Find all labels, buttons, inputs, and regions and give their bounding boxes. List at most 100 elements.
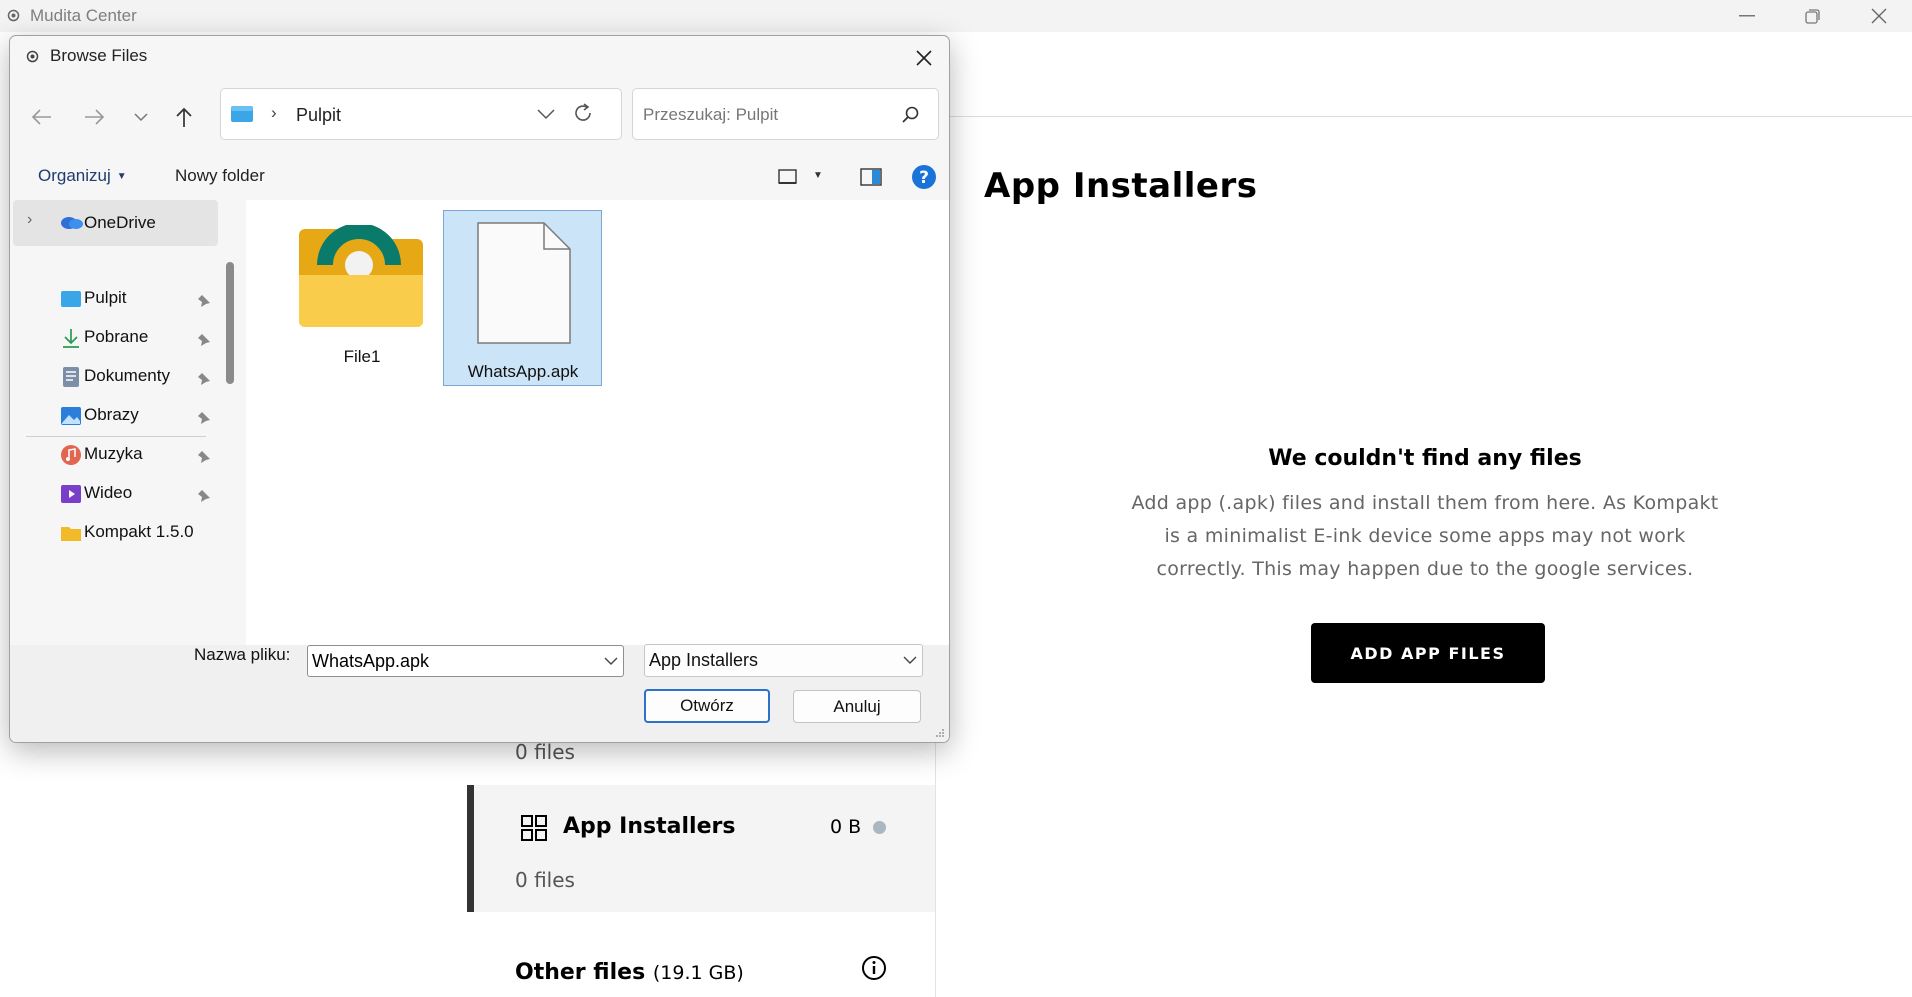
music-icon xyxy=(61,445,81,465)
status-dot xyxy=(873,821,886,834)
cancel-button[interactable]: Anuluj xyxy=(793,690,921,723)
desktop-folder-icon xyxy=(231,106,253,122)
organize-menu[interactable]: Organizuj ▼ xyxy=(38,166,127,186)
active-indicator xyxy=(467,785,474,912)
category-label: App Installers xyxy=(563,814,736,839)
forward-arrow-icon xyxy=(85,109,105,125)
nav-scrollbar[interactable] xyxy=(226,262,234,384)
onedrive-icon xyxy=(61,217,83,229)
nav-item-wideo[interactable]: Wideo xyxy=(84,483,132,503)
nav-label: OneDrive xyxy=(84,213,156,232)
folder-icon xyxy=(299,225,423,327)
app-logo-icon xyxy=(26,50,39,63)
app-logo-icon xyxy=(7,9,20,22)
info-icon[interactable] xyxy=(861,955,887,981)
pin-icon[interactable] xyxy=(197,489,211,503)
category-file-count: 0 files xyxy=(515,740,575,764)
chevron-down-icon[interactable] xyxy=(537,109,555,120)
nav-item-kompakt[interactable]: Kompakt 1.5.0 xyxy=(84,522,194,542)
empty-state-title: We couldn't find any files xyxy=(1268,446,1582,471)
file-name: WhatsApp.apk xyxy=(467,362,579,381)
app-titlebar: Mudita Center xyxy=(0,0,1912,32)
nav-divider xyxy=(26,436,206,437)
browse-files-dialog: Browse Files › Pulpit Przeszukaj: Pulpit… xyxy=(9,35,950,743)
category-app-installers[interactable] xyxy=(467,785,935,912)
search-input[interactable]: Przeszukaj: Pulpit xyxy=(643,105,778,125)
up-button[interactable] xyxy=(170,100,198,134)
caret-down-icon: ▼ xyxy=(116,171,127,183)
nav-item-dokumenty[interactable]: Dokumenty xyxy=(84,366,170,386)
close-button[interactable] xyxy=(1846,0,1912,32)
new-folder-button[interactable]: Nowy folder xyxy=(175,166,265,186)
address-path: Pulpit xyxy=(296,105,342,125)
chevron-down-icon[interactable] xyxy=(604,656,618,666)
address-bar[interactable]: › Pulpit xyxy=(220,88,622,140)
open-button[interactable]: Otwórz xyxy=(644,689,770,723)
pin-icon[interactable] xyxy=(197,450,211,464)
minimize-button[interactable] xyxy=(1714,0,1780,32)
pictures-icon xyxy=(61,407,81,425)
view-icon[interactable] xyxy=(778,168,798,186)
add-app-files-button[interactable]: ADD APP FILES xyxy=(1311,623,1545,683)
desktop-folder-icon xyxy=(61,291,81,307)
file-type-value: App Installers xyxy=(649,650,759,670)
file-name-input[interactable]: WhatsApp.apk xyxy=(312,651,429,672)
page-title: App Installers xyxy=(984,166,1258,206)
breadcrumb-separator: › xyxy=(271,103,277,122)
svg-text:?: ? xyxy=(919,168,929,188)
empty-state-description: Add app (.apk) files and install them fr… xyxy=(1131,492,1719,580)
header-divider xyxy=(950,116,1912,117)
video-icon xyxy=(61,485,81,503)
grid-icon xyxy=(521,815,547,841)
nav-item-obrazy[interactable]: Obrazy xyxy=(84,405,139,425)
other-files-size: (19.1 GB) xyxy=(652,962,744,984)
forward-button[interactable] xyxy=(80,100,108,134)
pin-icon[interactable] xyxy=(197,411,211,425)
nav-item-muzyka[interactable]: Muzyka xyxy=(84,444,143,464)
app-title: Mudita Center xyxy=(30,6,137,25)
resize-grip-icon[interactable] xyxy=(935,728,945,738)
view-dropdown-icon[interactable]: ▼ xyxy=(813,170,823,181)
refresh-icon[interactable] xyxy=(571,101,595,125)
up-arrow-icon xyxy=(176,107,192,127)
pin-icon[interactable] xyxy=(197,294,211,308)
back-arrow-icon xyxy=(31,109,51,125)
navigation-pane: › OneDrive Pulpit Pobrane Dokumenty Obra… xyxy=(10,200,246,645)
maximize-icon xyxy=(1805,9,1820,24)
minimize-icon xyxy=(1739,15,1755,17)
chevron-down-icon[interactable] xyxy=(903,655,917,665)
file-icon xyxy=(477,222,571,344)
category-file-count: 0 files xyxy=(515,868,575,892)
recent-locations-button[interactable] xyxy=(127,100,155,134)
documents-icon xyxy=(63,367,79,387)
search-icon[interactable] xyxy=(901,105,921,125)
dialog-title: Browse Files xyxy=(50,46,148,65)
pin-icon[interactable] xyxy=(197,333,211,347)
file-name-field[interactable]: WhatsApp.apk xyxy=(307,645,624,677)
close-icon[interactable] xyxy=(910,44,938,72)
other-files-label: Other files (19.1 GB) xyxy=(515,960,744,985)
panel-divider xyxy=(935,735,936,997)
folder-icon xyxy=(61,527,81,541)
maximize-button[interactable] xyxy=(1780,0,1846,32)
category-size: 0 B xyxy=(830,816,862,838)
other-files-title: Other files xyxy=(515,960,646,985)
download-icon xyxy=(63,329,79,348)
close-icon xyxy=(1871,8,1887,24)
file-item-file1[interactable]: File1 xyxy=(283,221,441,381)
help-icon[interactable]: ? xyxy=(911,164,937,190)
file-item-whatsapp-apk[interactable]: WhatsApp.apk xyxy=(443,210,602,386)
nav-item-pobrane[interactable]: Pobrane xyxy=(84,327,148,347)
expand-chevron-icon[interactable]: › xyxy=(27,211,32,229)
preview-pane-icon[interactable] xyxy=(860,168,882,186)
file-name: File1 xyxy=(343,347,381,366)
pin-icon[interactable] xyxy=(197,372,211,386)
back-button[interactable] xyxy=(28,100,56,134)
organize-label: Organizuj xyxy=(38,166,111,185)
nav-item-pulpit[interactable]: Pulpit xyxy=(84,288,127,308)
search-box[interactable]: Przeszukaj: Pulpit xyxy=(632,88,939,140)
recent-chevron-icon xyxy=(134,112,148,121)
file-name-label: Nazwa pliku: xyxy=(194,645,291,664)
file-type-filter[interactable]: App Installers xyxy=(644,644,923,677)
nav-item-onedrive[interactable]: › OneDrive xyxy=(13,200,218,246)
